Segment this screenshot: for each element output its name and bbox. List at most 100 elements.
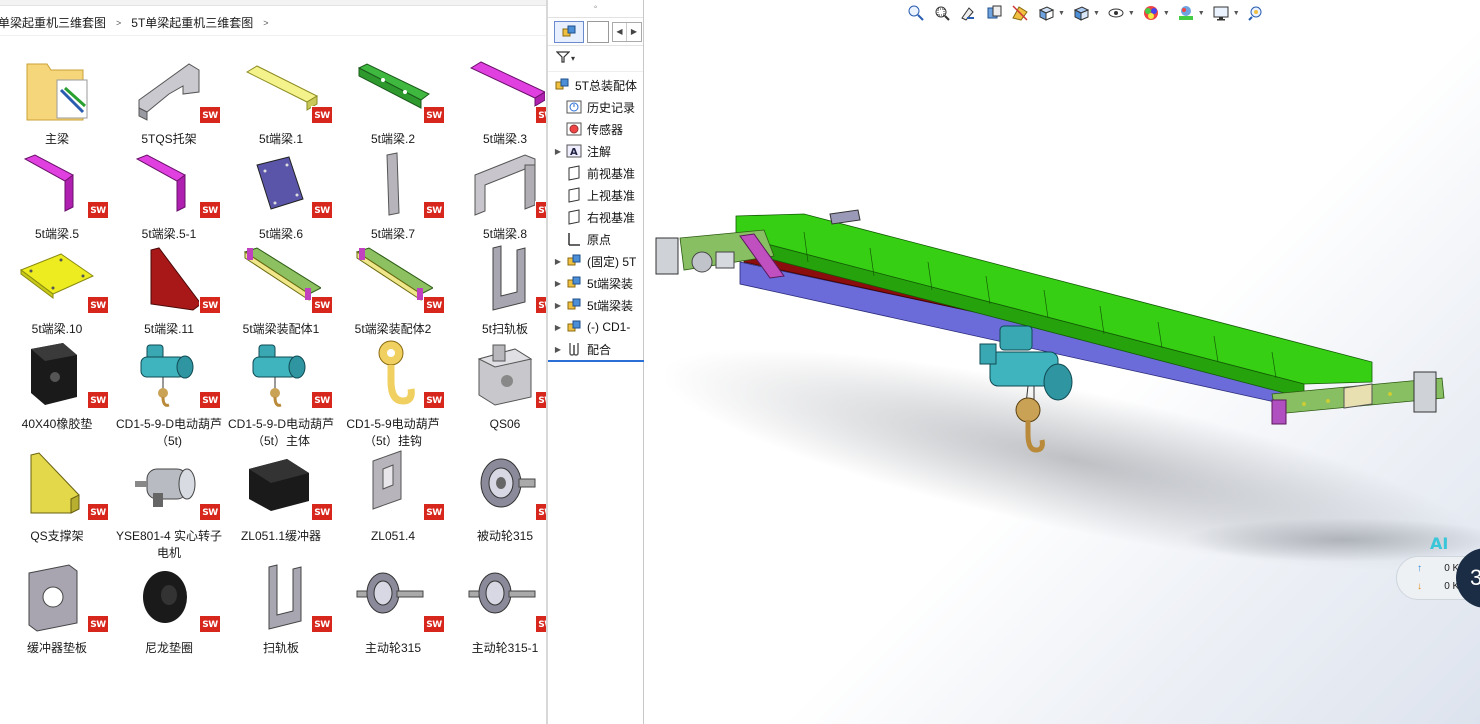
dropdown-caret-icon[interactable]: ▼: [1233, 10, 1240, 17]
file-item[interactable]: SW 5t端梁.10: [2, 240, 112, 338]
expand-arrow-icon[interactable]: ▶: [552, 279, 564, 288]
tree-item[interactable]: 原点: [548, 228, 643, 250]
tree-item[interactable]: 右视基准: [548, 206, 643, 228]
dropdown-caret-icon[interactable]: ▼: [1163, 10, 1170, 17]
file-item[interactable]: SW5t端梁.3: [450, 50, 546, 148]
file-item[interactable]: SW 40X40橡胶垫: [2, 335, 112, 433]
zoom-magnify-icon[interactable]: [1246, 3, 1266, 23]
file-item[interactable]: SW 5TQS托架: [114, 50, 224, 148]
crane-model[interactable]: [644, 0, 1480, 724]
file-item[interactable]: SW ZL051.4: [338, 447, 448, 545]
file-item[interactable]: SW 5t端梁装配体2: [338, 240, 448, 338]
file-item[interactable]: SW 尼龙垫圈: [114, 559, 224, 657]
support-yellow-icon: SW: [17, 447, 109, 527]
bent-plate-magenta-icon: SW: [129, 145, 221, 225]
tree-item[interactable]: 上视基准: [548, 184, 643, 206]
apply-scene-icon[interactable]: [1176, 3, 1196, 23]
file-item[interactable]: 主梁: [2, 50, 112, 148]
zoom-area-icon[interactable]: [932, 3, 952, 23]
chevron-right-icon[interactable]: >: [257, 18, 274, 28]
breadcrumb-item[interactable]: 单梁起重机三维套图: [0, 14, 110, 31]
file-item[interactable]: SW CD1-5-9-D电动葫芦（5t): [114, 335, 224, 450]
view-orientation-icon[interactable]: [1036, 3, 1056, 23]
expand-arrow-icon[interactable]: ▶: [552, 147, 564, 156]
file-label: CD1-5-9电动葫芦（5t）挂钩: [346, 417, 440, 448]
panel-grip[interactable]: ◦: [548, 0, 643, 18]
tab-scroll-arrows[interactable]: ◀ ▶: [612, 21, 642, 42]
file-item[interactable]: SW 5t端梁.5: [2, 145, 112, 243]
view-settings-icon[interactable]: [1211, 3, 1231, 23]
file-item[interactable]: SW 缓冲器垫板: [2, 559, 112, 657]
edit-appearance-icon[interactable]: [1141, 3, 1161, 23]
part-icon: [564, 252, 584, 270]
tree-item[interactable]: ▶ (固定) 5T: [548, 250, 643, 272]
file-item[interactable]: SW 5t端梁.11: [114, 240, 224, 338]
tree-item[interactable]: ▶ 5t端梁装: [548, 294, 643, 316]
tree-item[interactable]: ▶ 5t端梁装: [548, 272, 643, 294]
tab-feature-manager[interactable]: [554, 20, 584, 43]
dropdown-caret-icon[interactable]: ▼: [1128, 10, 1135, 17]
file-item[interactable]: SW 5t端梁.6: [226, 145, 336, 243]
file-item[interactable]: SW被动轮315: [450, 447, 546, 545]
filter-icon[interactable]: [555, 50, 571, 67]
hide-show-icon[interactable]: [1106, 3, 1126, 23]
file-item[interactable]: SW QS支撑架: [2, 447, 112, 545]
end-beam-assembly-icon: SW: [353, 240, 445, 320]
zoom-to-fit-icon[interactable]: [906, 3, 926, 23]
tree-item[interactable]: 前视基准: [548, 162, 643, 184]
file-item[interactable]: SW 5t端梁.2: [338, 50, 448, 148]
file-item[interactable]: SW CD1-5-9-D电动葫芦（5t）主体: [226, 335, 336, 450]
history-icon: [564, 98, 584, 116]
breadcrumb-item[interactable]: 5T单梁起重机三维套图: [127, 14, 257, 31]
file-item[interactable]: SW 扫轨板: [226, 559, 336, 657]
file-item[interactable]: SW 主动轮315: [338, 559, 448, 657]
file-item[interactable]: SW 主动轮315-1: [450, 559, 546, 657]
display-style-icon[interactable]: [1071, 3, 1091, 23]
assembly-icon: [564, 296, 584, 314]
tree-item-label: (-) CD1-: [587, 320, 631, 334]
file-item[interactable]: SW QS06: [450, 335, 546, 433]
chevron-right-icon[interactable]: >: [110, 18, 127, 28]
file-item[interactable]: SW5t端梁.8: [450, 145, 546, 243]
tree-root[interactable]: 5T总装配体: [548, 74, 643, 96]
tree-item[interactable]: ▶ (-) CD1-: [548, 316, 643, 338]
dynamic-annotation-icon[interactable]: [1010, 3, 1030, 23]
tree-item[interactable]: ▶ 配合: [548, 338, 643, 360]
tree-item[interactable]: ▶ A 注解: [548, 140, 643, 162]
previous-view-icon[interactable]: [958, 3, 978, 23]
file-label: ZL051.1缓冲器: [240, 529, 322, 543]
ai-badge[interactable]: AI: [1430, 534, 1448, 553]
file-item[interactable]: SW 5t端梁.1: [226, 50, 336, 148]
file-item[interactable]: SW ZL051.1缓冲器: [226, 447, 336, 545]
filter-caret-icon[interactable]: ▾: [571, 54, 575, 63]
graphics-viewport[interactable]: ▼▼▼▼▼▼ AI ↑ 0 K/s ↓ 0 K/s 3: [644, 0, 1480, 724]
dropdown-caret-icon[interactable]: ▼: [1093, 10, 1100, 17]
bracket-top-left: [829, 209, 861, 225]
expand-arrow-icon[interactable]: ▶: [552, 345, 564, 354]
file-item[interactable]: SW 5t端梁.7: [338, 145, 448, 243]
scroll-right-icon[interactable]: ▶: [627, 23, 641, 41]
bracket-small-icon: SW: [353, 447, 445, 527]
file-item[interactable]: SW 5t端梁装配体1: [226, 240, 336, 338]
heads-up-view-toolbar: ▼ ▼ ▼ ▼ ▼ ▼: [906, 2, 1266, 24]
solidworks-badge-icon: SW: [535, 296, 546, 314]
tree-filter[interactable]: ▾: [548, 46, 643, 72]
solidworks-badge-icon: SW: [87, 503, 109, 521]
file-label: 缓冲器垫板: [26, 641, 87, 655]
section-view-icon[interactable]: [984, 3, 1004, 23]
file-item[interactable]: SW5t扫轨板: [450, 240, 546, 338]
tree-item[interactable]: 历史记录: [548, 96, 643, 118]
tab-property-manager[interactable]: [587, 20, 609, 43]
tree-item[interactable]: 传感器: [548, 118, 643, 140]
file-item[interactable]: SW YSE801-4 实心转子电机: [114, 447, 224, 562]
file-item[interactable]: SW CD1-5-9电动葫芦（5t）挂钩: [338, 335, 448, 450]
expand-arrow-icon[interactable]: ▶: [552, 323, 564, 332]
scroll-left-icon[interactable]: ◀: [613, 22, 627, 41]
hoist-icon: SW: [129, 335, 221, 415]
dropdown-caret-icon[interactable]: ▼: [1058, 10, 1065, 17]
dropdown-caret-icon[interactable]: ▼: [1198, 10, 1205, 17]
expand-arrow-icon[interactable]: ▶: [552, 257, 564, 266]
sensor-icon: [564, 120, 584, 138]
expand-arrow-icon[interactable]: ▶: [552, 301, 564, 310]
file-item[interactable]: SW 5t端梁.5-1: [114, 145, 224, 243]
